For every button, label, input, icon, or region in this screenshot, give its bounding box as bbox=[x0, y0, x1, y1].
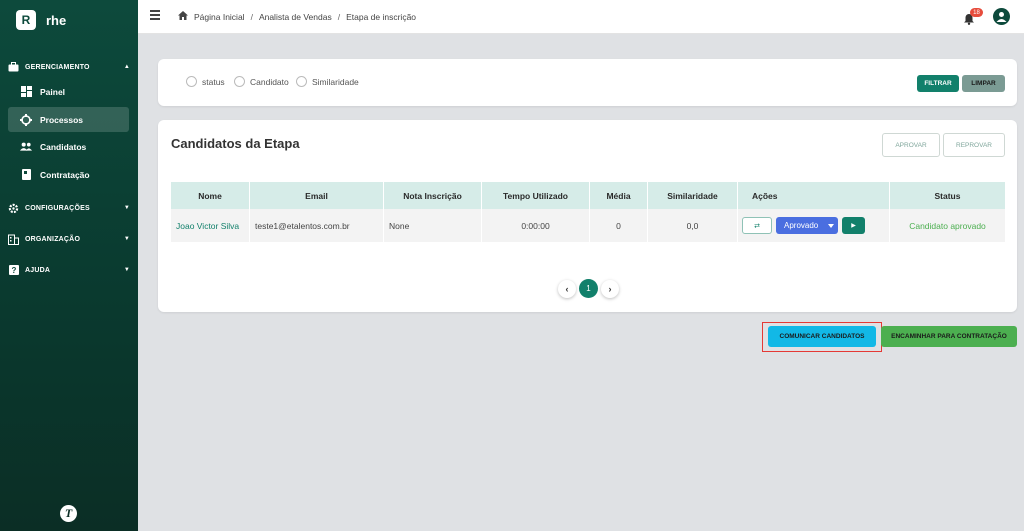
sidebar-section-configuracoes[interactable]: CONFIGURAÇÕES ▼ bbox=[0, 198, 138, 218]
sidebar-item-painel[interactable]: Painel bbox=[8, 79, 129, 104]
user-avatar[interactable] bbox=[993, 8, 1010, 25]
status-select[interactable]: Aprovado bbox=[776, 217, 838, 234]
cell-similaridade: 0,0 bbox=[648, 209, 738, 242]
header-media: Média bbox=[590, 182, 648, 209]
radio-circle[interactable] bbox=[186, 76, 197, 87]
next-page-button[interactable]: › bbox=[601, 279, 619, 298]
sidebar-item-contratacao[interactable]: Contratação bbox=[8, 162, 129, 187]
status-select-value: Aprovado bbox=[784, 221, 819, 230]
gear-icon bbox=[8, 203, 19, 214]
communicate-candidates-button[interactable]: COMUNICAR CANDIDATOS bbox=[768, 326, 876, 347]
breadcrumb-item-process[interactable]: Analista de Vendas bbox=[259, 12, 332, 22]
people-icon bbox=[20, 141, 32, 153]
clear-button[interactable]: LIMPAR bbox=[962, 75, 1005, 92]
radio-label: Candidato bbox=[250, 76, 289, 87]
cell-media: 0 bbox=[590, 209, 648, 242]
candidates-table: Nome Email Nota Inscrição Tempo Utilizad… bbox=[171, 182, 1005, 242]
approve-button[interactable]: APROVAR bbox=[882, 133, 940, 157]
breadcrumb-item-stage: Etapa de inscrição bbox=[346, 11, 417, 22]
filter-card: status Candidato Similaridade FILTRAR LI… bbox=[158, 59, 1017, 106]
radio-circle[interactable] bbox=[296, 76, 307, 87]
sidebar-item-candidatos[interactable]: Candidatos bbox=[8, 134, 129, 159]
notification-badge: 18 bbox=[970, 8, 983, 17]
cell-nome: Joao Victor Silva bbox=[171, 209, 250, 242]
cell-tempo: 0:00:00 bbox=[482, 209, 590, 242]
header-similaridade: Similaridade bbox=[648, 182, 738, 209]
help-icon: ? bbox=[8, 265, 19, 276]
brand[interactable]: R rhe bbox=[16, 10, 66, 30]
header-tempo: Tempo Utilizado bbox=[482, 182, 590, 209]
section-label: CONFIGURAÇÕES bbox=[25, 204, 90, 212]
chevron-down-icon: ▼ bbox=[123, 205, 130, 211]
swap-button[interactable]: ⇄ bbox=[742, 217, 772, 234]
page-title: Candidatos da Etapa bbox=[171, 136, 300, 151]
cell-nota: None bbox=[384, 209, 482, 242]
play-button[interactable]: ▶ bbox=[842, 217, 865, 234]
briefcase-icon bbox=[8, 62, 19, 73]
chevron-up-icon: ▲ bbox=[123, 64, 130, 70]
radio-label: Similaridade bbox=[312, 76, 359, 87]
header-status: Status bbox=[934, 190, 961, 201]
radio-similaridade[interactable]: Similaridade bbox=[296, 76, 359, 87]
sidebar-item-label: Contratação bbox=[40, 169, 90, 180]
app-name: rhe bbox=[46, 12, 67, 28]
chevron-down-icon bbox=[828, 221, 834, 230]
table-row: Joao Victor Silva teste1@etalentos.com.b… bbox=[171, 209, 1005, 242]
prev-page-button[interactable]: ‹ bbox=[558, 279, 576, 298]
radio-label: status bbox=[202, 76, 225, 87]
breadcrumb-item-home[interactable]: Página Inicial bbox=[194, 12, 245, 22]
header-nota: Nota Inscrição bbox=[384, 182, 482, 209]
dashboard-icon bbox=[20, 86, 32, 98]
cell-email: teste1@etalentos.com.br bbox=[250, 209, 384, 242]
menu-icon[interactable] bbox=[150, 10, 160, 22]
cell-acoes: ⇄ Aprovado ▶ bbox=[738, 209, 890, 242]
status-text: Candidato aprovado bbox=[909, 220, 986, 231]
radio-circle[interactable] bbox=[234, 76, 245, 87]
filter-button[interactable]: FILTRAR bbox=[917, 75, 959, 92]
sidebar-section-ajuda[interactable]: ? AJUDA ▼ bbox=[0, 260, 138, 280]
section-label: AJUDA bbox=[25, 266, 51, 274]
swap-icon: ⇄ bbox=[754, 222, 760, 230]
chevron-down-icon: ▼ bbox=[123, 267, 130, 273]
sidebar: R rhe GERENCIAMENTO ▲ Painel Processos C… bbox=[0, 0, 138, 531]
cell-status: Candidato aprovado bbox=[890, 209, 1005, 242]
breadcrumb-separator: / bbox=[250, 11, 253, 22]
header-acoes: Ações bbox=[738, 182, 890, 209]
breadcrumb: Página Inicial / Analista de Vendas / Et… bbox=[178, 11, 416, 22]
pagination: ‹ 1 › bbox=[558, 279, 619, 298]
process-icon bbox=[20, 113, 32, 126]
sidebar-item-processos[interactable]: Processos bbox=[8, 107, 129, 132]
sidebar-item-label: Painel bbox=[40, 86, 66, 97]
chevron-down-icon: ▼ bbox=[123, 236, 130, 242]
candidate-name-link[interactable]: Joao Victor Silva bbox=[176, 221, 239, 231]
sidebar-item-label: Processos bbox=[40, 114, 83, 125]
section-label: ORGANIZAÇÃO bbox=[25, 235, 81, 243]
play-icon: ▶ bbox=[851, 223, 856, 229]
topbar: Página Inicial / Analista de Vendas / Et… bbox=[138, 0, 1024, 34]
section-label: GERENCIAMENTO bbox=[25, 63, 90, 71]
radio-status[interactable]: status bbox=[186, 76, 225, 87]
radio-candidato[interactable]: Candidato bbox=[234, 76, 289, 87]
reject-button[interactable]: REPROVAR bbox=[943, 133, 1005, 157]
stage-candidates-card: Candidatos da Etapa APROVAR REPROVAR Nom… bbox=[158, 120, 1017, 312]
page-number-current[interactable]: 1 bbox=[579, 279, 598, 298]
sidebar-section-gerenciamento[interactable]: GERENCIAMENTO ▲ bbox=[0, 57, 138, 77]
sidebar-item-label: Candidatos bbox=[40, 141, 87, 152]
contract-icon bbox=[20, 169, 32, 181]
sidebar-section-organizacao[interactable]: ORGANIZAÇÃO ▼ bbox=[0, 229, 138, 249]
breadcrumb-separator: / bbox=[337, 11, 341, 22]
footer-logo: T bbox=[60, 505, 77, 522]
header-nome: Nome bbox=[171, 182, 250, 209]
app-logo: R bbox=[16, 10, 36, 30]
table-header: Nome Email Nota Inscrição Tempo Utilizad… bbox=[171, 182, 1005, 209]
home-icon[interactable] bbox=[178, 11, 188, 22]
header-email: Email bbox=[250, 182, 384, 209]
svg-text:?: ? bbox=[11, 266, 16, 275]
building-icon bbox=[8, 234, 19, 245]
forward-to-hiring-button[interactable]: ENCAMINHAR PARA CONTRATAÇÃO bbox=[881, 326, 1017, 347]
